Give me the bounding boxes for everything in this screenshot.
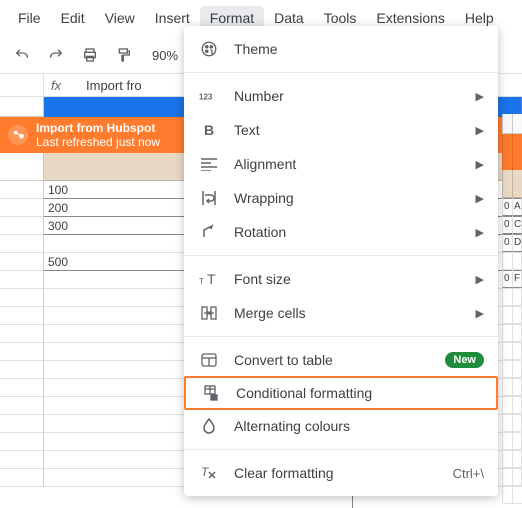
right-columns-partial2: A C D F <box>512 114 522 504</box>
select-all-cell[interactable] <box>0 97 44 117</box>
chevron-right-icon: ▶ <box>476 273 484 286</box>
menu-label: Wrapping <box>234 190 294 206</box>
banner-text: Import from Hubspot Last refreshed just … <box>36 121 160 150</box>
chevron-right-icon: ▶ <box>476 124 484 137</box>
chevron-right-icon: ▶ <box>476 226 484 239</box>
rotation-icon <box>198 222 220 242</box>
droplet-icon <box>198 416 220 436</box>
menu-label: Number <box>234 88 284 104</box>
merge-icon <box>198 303 220 323</box>
right-columns-partial: 0 0 0 0 <box>502 114 512 504</box>
row-number[interactable] <box>0 307 44 325</box>
theme-icon <box>198 39 220 59</box>
row-number[interactable] <box>0 397 44 415</box>
menu-label: Theme <box>234 41 278 57</box>
row-number[interactable] <box>0 415 44 433</box>
hubspot-icon <box>8 125 28 145</box>
menu-item-conditional-formatting[interactable]: Conditional formatting <box>184 376 498 410</box>
table-icon <box>198 350 220 370</box>
menu-item-number[interactable]: 123 Number ▶ <box>184 79 498 113</box>
cell[interactable]: D <box>512 234 522 252</box>
cell[interactable]: 0 <box>502 198 512 216</box>
row-number[interactable] <box>0 199 44 217</box>
menu-label: Alignment <box>234 156 296 172</box>
row-number[interactable] <box>0 253 44 271</box>
redo-button[interactable] <box>44 43 68 67</box>
menu-item-fontsize[interactable]: TT Font size ▶ <box>184 262 498 296</box>
menu-item-rotation[interactable]: Rotation ▶ <box>184 215 498 249</box>
row-number[interactable] <box>0 235 44 253</box>
row-number[interactable] <box>0 343 44 361</box>
row-number[interactable] <box>0 433 44 451</box>
row-number[interactable] <box>0 153 44 181</box>
chevron-right-icon: ▶ <box>476 90 484 103</box>
row-number[interactable] <box>0 325 44 343</box>
chevron-right-icon: ▶ <box>476 158 484 171</box>
cell[interactable]: A <box>512 198 522 216</box>
cell[interactable]: 0 <box>502 234 512 252</box>
menu-label: Rotation <box>234 224 286 240</box>
row-number[interactable] <box>0 181 44 199</box>
menu-item-merge[interactable]: Merge cells ▶ <box>184 296 498 330</box>
menu-view[interactable]: View <box>95 6 145 30</box>
menu-edit[interactable]: Edit <box>51 6 95 30</box>
new-badge: New <box>445 352 484 368</box>
menu-item-alternating[interactable]: Alternating colours <box>184 409 498 443</box>
menu-item-alignment[interactable]: Alignment ▶ <box>184 147 498 181</box>
row-number[interactable] <box>0 451 44 469</box>
undo-button[interactable] <box>10 43 34 67</box>
chevron-right-icon: ▶ <box>476 192 484 205</box>
fx-label: fx <box>44 78 68 93</box>
number-icon: 123 <box>198 86 220 106</box>
row-number[interactable] <box>0 217 44 235</box>
cell[interactable]: 0 <box>502 216 512 234</box>
cell[interactable]: 0 <box>502 270 512 288</box>
menu-label: Clear formatting <box>234 465 334 481</box>
conditional-format-icon <box>200 383 222 403</box>
row-number[interactable] <box>0 361 44 379</box>
menu-item-wrapping[interactable]: Wrapping ▶ <box>184 181 498 215</box>
cell[interactable] <box>502 252 512 270</box>
menu-item-convert-table[interactable]: Convert to table New <box>184 343 498 377</box>
alignment-icon <box>198 154 220 174</box>
zoom-level[interactable]: 90% <box>146 48 178 63</box>
formula-input[interactable]: Import fro <box>68 78 142 93</box>
row-number[interactable] <box>0 289 44 307</box>
row-number[interactable] <box>0 379 44 397</box>
banner-subtitle: Last refreshed just now <box>36 135 160 149</box>
name-box[interactable] <box>0 74 44 96</box>
menu-item-text[interactable]: B Text ▶ <box>184 113 498 147</box>
svg-text:T: T <box>199 277 204 286</box>
menu-label: Font size <box>234 271 291 287</box>
menu-label: Merge cells <box>234 305 306 321</box>
menu-label: Conditional formatting <box>236 385 372 401</box>
row-number[interactable] <box>0 271 44 289</box>
row-number[interactable] <box>0 469 44 487</box>
clear-format-icon: T <box>198 463 220 483</box>
shortcut-label: Ctrl+\ <box>453 466 484 481</box>
menu-file[interactable]: File <box>8 6 51 30</box>
cell[interactable]: F <box>512 270 522 288</box>
format-menu: Theme 123 Number ▶ B Text ▶ Alignment ▶ … <box>184 26 498 496</box>
svg-text:B: B <box>204 123 214 137</box>
svg-text:T: T <box>207 272 216 286</box>
menu-label: Text <box>234 122 260 138</box>
banner-title: Import from Hubspot <box>36 121 160 135</box>
menu-item-theme[interactable]: Theme <box>184 32 498 66</box>
cell[interactable]: C <box>512 216 522 234</box>
paint-format-button[interactable] <box>112 43 136 67</box>
svg-text:123: 123 <box>199 92 213 101</box>
menu-item-clear-formatting[interactable]: T Clear formatting Ctrl+\ <box>184 456 498 490</box>
menu-label: Convert to table <box>234 352 333 368</box>
bold-icon: B <box>198 120 220 140</box>
wrapping-icon <box>198 188 220 208</box>
chevron-right-icon: ▶ <box>476 307 484 320</box>
menu-label: Alternating colours <box>234 418 350 434</box>
fontsize-icon: TT <box>198 269 220 289</box>
print-button[interactable] <box>78 43 102 67</box>
